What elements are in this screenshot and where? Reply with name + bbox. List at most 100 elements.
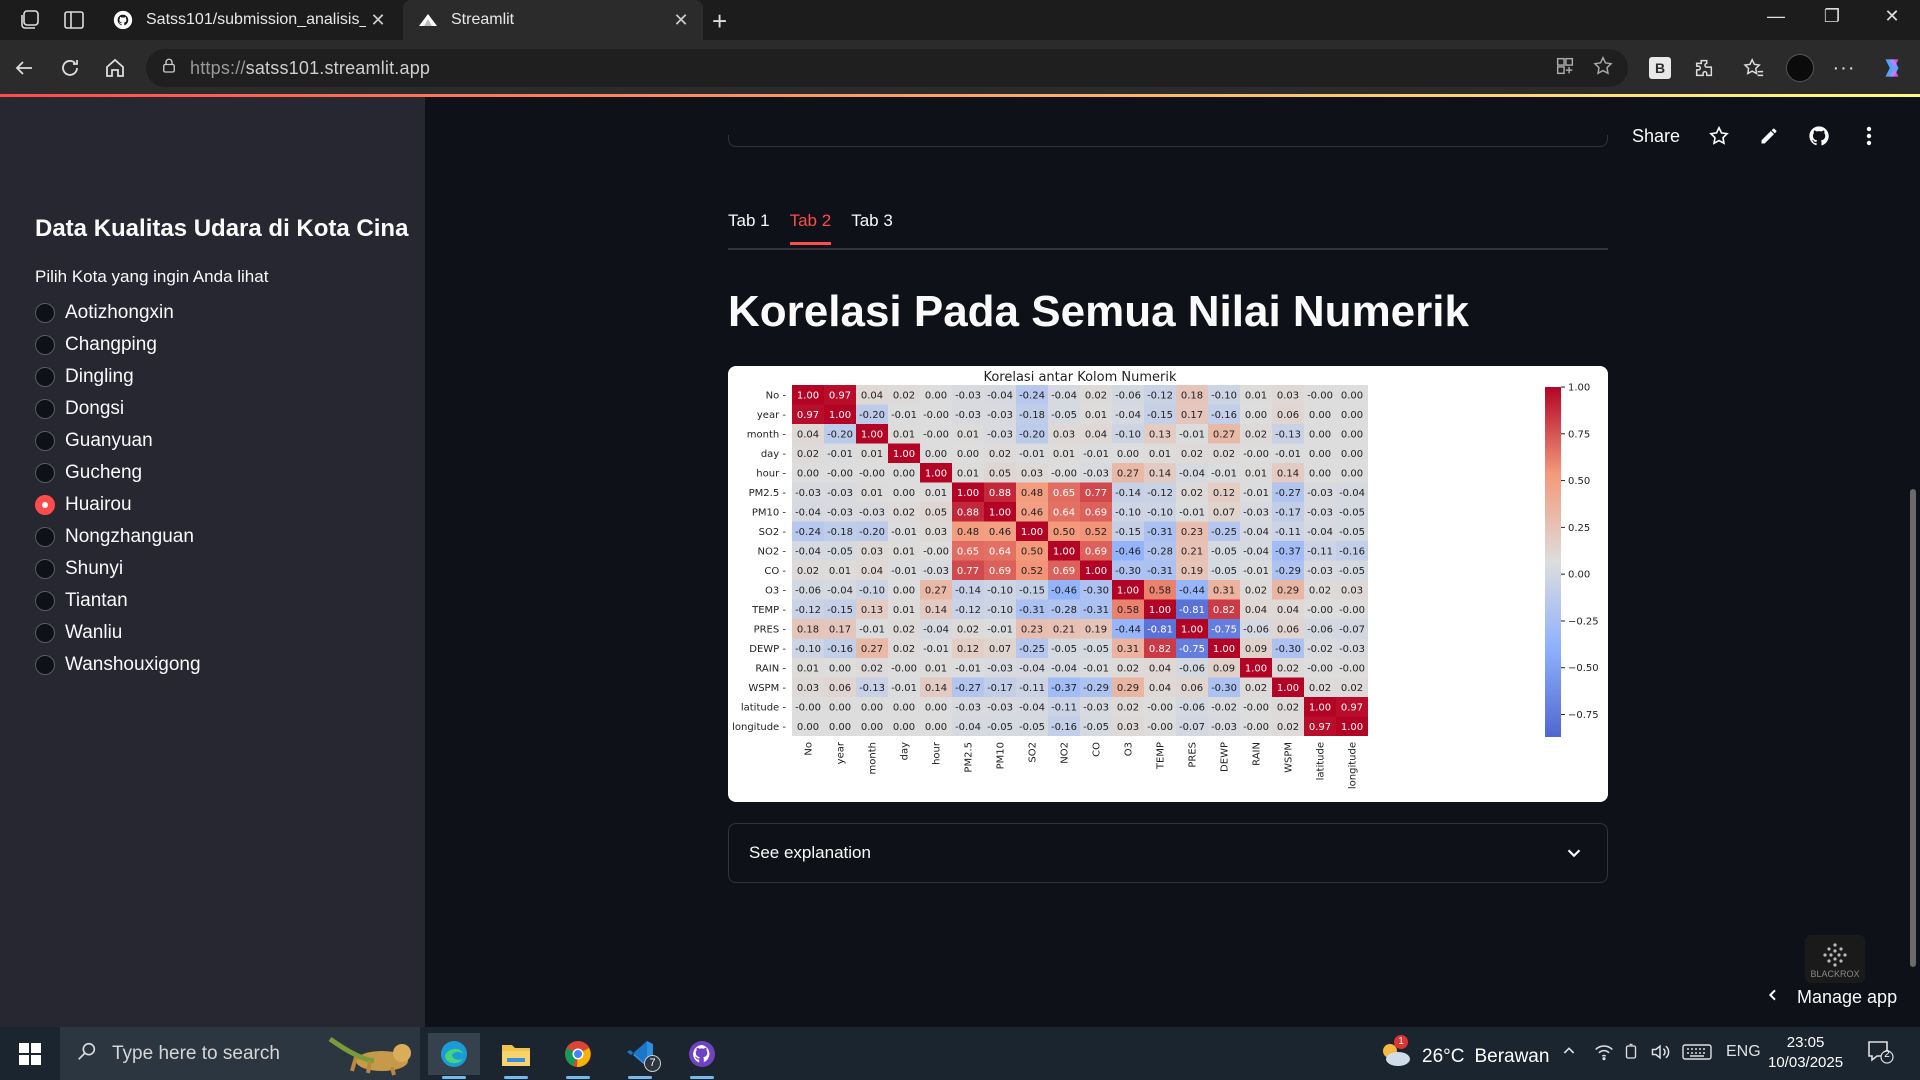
close-tab-icon[interactable]: ✕ — [669, 10, 693, 31]
city-radio-option[interactable]: Huairou — [35, 489, 201, 521]
radio-button[interactable] — [35, 527, 55, 547]
heatmap-cell-label: -0.00 — [923, 410, 949, 421]
city-radio-option[interactable]: Dongsi — [35, 393, 201, 425]
radio-button[interactable] — [35, 367, 55, 387]
notification-center-icon[interactable]: 2 — [1866, 1039, 1894, 1070]
copilot-icon[interactable] — [1878, 54, 1906, 82]
radio-button[interactable] — [35, 303, 55, 323]
tab-1[interactable]: Tab 1 — [728, 211, 770, 243]
scrollbar[interactable] — [1910, 489, 1916, 967]
main-menu-icon[interactable] — [1858, 125, 1880, 147]
edit-pencil-icon[interactable] — [1758, 125, 1780, 147]
app-available-icon[interactable] — [1554, 55, 1576, 82]
heatmap-cell-label: 0.14 — [1149, 468, 1171, 479]
city-radio-option[interactable]: Gucheng — [35, 457, 201, 489]
heatmap-cell-label: 0.01 — [1245, 390, 1267, 401]
chrome-icon[interactable] — [552, 1033, 604, 1079]
radio-button[interactable] — [35, 623, 55, 643]
extension-b-icon[interactable]: B — [1646, 54, 1674, 82]
city-radio-option[interactable]: Tiantan — [35, 585, 201, 617]
battery-icon[interactable] — [1622, 1043, 1640, 1066]
city-radio-option[interactable]: Shunyi — [35, 553, 201, 585]
tab-title: Satss101/submission_analisis_dat — [146, 11, 366, 28]
heatmap-cell-label: -0.00 — [1307, 663, 1333, 674]
favorites-icon[interactable] — [1740, 54, 1768, 82]
new-tab-icon[interactable]: + — [712, 6, 727, 37]
radio-button[interactable] — [35, 463, 55, 483]
file-explorer-icon[interactable] — [490, 1033, 542, 1079]
browser-tab-github[interactable]: Satss101/submission_analisis_dat ✕ — [98, 0, 400, 40]
workspaces-icon[interactable] — [18, 8, 42, 32]
radio-button[interactable] — [35, 591, 55, 611]
heatmap-cell-label: 0.14 — [925, 605, 947, 616]
city-radio-option[interactable]: Wanliu — [35, 617, 201, 649]
language-indicator[interactable]: ENG — [1726, 1043, 1761, 1061]
tab-2[interactable]: Tab 2 — [789, 211, 831, 245]
city-radio-option[interactable]: Guanyuan — [35, 425, 201, 457]
city-radio-option[interactable]: Dingling — [35, 361, 201, 393]
extensions-puzzle-icon[interactable] — [1690, 54, 1718, 82]
heatmap-cell-label: 0.04 — [1085, 429, 1107, 440]
heatmap-cell-label: 0.27 — [925, 585, 947, 596]
vscode-icon[interactable]: 7 — [614, 1033, 666, 1079]
keyboard-icon[interactable] — [1682, 1043, 1712, 1066]
system-clock[interactable]: 23:05 10/03/2025 — [1768, 1033, 1843, 1073]
heatmap-cell-label: 0.02 — [861, 663, 883, 674]
heatmap-cell-label: -0.29 — [1083, 683, 1109, 694]
city-radio-option[interactable]: Wanshouxigong — [35, 649, 201, 681]
radio-button[interactable] — [35, 431, 55, 451]
heatmap-cell-label: 0.23 — [1181, 527, 1203, 538]
x-tick-label: PM2.5 — [964, 742, 975, 773]
vertical-tabs-icon[interactable] — [62, 8, 86, 32]
radio-button[interactable] — [35, 559, 55, 579]
favorite-star-icon[interactable] — [1592, 55, 1614, 82]
volume-icon[interactable] — [1650, 1043, 1670, 1066]
city-radio-option[interactable]: Nongzhanguan — [35, 521, 201, 553]
site-info-icon[interactable] — [160, 57, 178, 80]
radio-button[interactable] — [35, 335, 55, 355]
chevron-left-icon — [1765, 987, 1781, 1008]
heatmap-cell-label: 0.00 — [1117, 449, 1139, 460]
tab-3[interactable]: Tab 3 — [851, 211, 893, 243]
heatmap-cell-label: -0.75 — [1211, 624, 1237, 635]
browser-tab-streamlit[interactable]: Streamlit ✕ — [403, 0, 703, 40]
minimize-icon[interactable]: — — [1756, 6, 1796, 27]
taskbar-search[interactable]: Type here to search — [60, 1027, 420, 1080]
browser-tab-bar: Satss101/submission_analisis_dat ✕ Strea… — [0, 0, 1920, 40]
heatmap-cell-label: 0.01 — [893, 605, 915, 616]
heatmap-cell-label: -0.06 — [1115, 390, 1141, 401]
back-icon[interactable] — [10, 54, 38, 82]
heatmap-cell-label: -0.18 — [827, 527, 853, 538]
close-window-icon[interactable]: ✕ — [1872, 6, 1912, 27]
profile-avatar[interactable] — [1786, 54, 1814, 82]
star-icon[interactable] — [1708, 125, 1730, 147]
radio-button[interactable] — [35, 495, 55, 515]
address-bar[interactable]: https://satss101.streamlit.app — [146, 49, 1628, 87]
windows-start-icon[interactable] — [18, 1042, 42, 1071]
heatmap-cell-label: 1.00 — [797, 390, 819, 401]
wifi-icon[interactable] — [1594, 1043, 1614, 1066]
heatmap-cell-label: 0.97 — [1309, 722, 1331, 733]
edge-app-icon[interactable] — [428, 1033, 480, 1079]
close-tab-icon[interactable]: ✕ — [366, 10, 390, 31]
heatmap-cell-label: 0.06 — [829, 683, 851, 694]
refresh-icon[interactable] — [56, 54, 84, 82]
radio-option-label: Huairou — [65, 494, 132, 515]
weather-widget[interactable]: 1 26°C Berawan — [1378, 1035, 1549, 1075]
more-menu-icon[interactable]: ··· — [1830, 54, 1858, 82]
show-hidden-icons-icon[interactable] — [1561, 1043, 1577, 1064]
radio-button[interactable] — [35, 655, 55, 675]
heatmap-cell-label: 1.00 — [1021, 527, 1043, 538]
heatmap-cell-label: 0.02 — [1277, 722, 1299, 733]
github-icon[interactable] — [1808, 125, 1830, 147]
radio-button[interactable] — [35, 399, 55, 419]
restore-icon[interactable]: ❐ — [1812, 6, 1852, 27]
see-explanation-expander[interactable]: See explanation — [728, 823, 1608, 883]
city-radio-option[interactable]: Aotizhongxin — [35, 297, 201, 329]
share-button[interactable]: Share — [1632, 126, 1680, 147]
github-desktop-icon[interactable] — [676, 1033, 728, 1079]
city-radio-option[interactable]: Changping — [35, 329, 201, 361]
manage-app-button[interactable]: Manage app — [1765, 987, 1897, 1008]
colorbar-tick-label: 0.50 — [1568, 476, 1590, 487]
home-icon[interactable] — [101, 54, 129, 82]
